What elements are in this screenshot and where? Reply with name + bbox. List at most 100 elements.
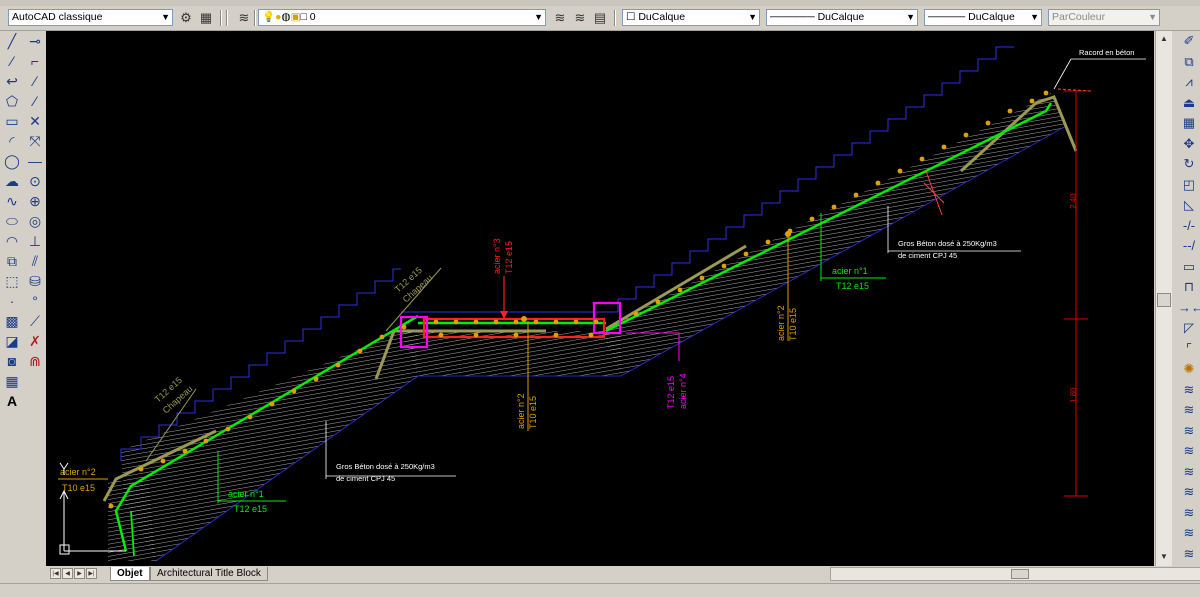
- lineweight-select[interactable]: ───── DuCalque ▼: [924, 9, 1042, 26]
- horizontal-scroll-thumb[interactable]: [1011, 569, 1029, 579]
- layer-match-icon[interactable]: ≋: [1178, 482, 1200, 503]
- toolbar-separator: [614, 10, 616, 26]
- workspace-settings-icon[interactable]: ⚙: [178, 10, 194, 26]
- next-tab-icon[interactable]: ▶: [74, 568, 85, 579]
- acier1-left-label: acier n°1: [228, 489, 264, 499]
- offset-icon[interactable]: ⏏: [1178, 93, 1200, 114]
- hatch-icon[interactable]: ▩: [1, 311, 23, 331]
- move-icon[interactable]: ⤧: [24, 131, 46, 151]
- break-icon[interactable]: ⊓: [1178, 277, 1200, 298]
- join-icon[interactable]: ⛁: [24, 271, 46, 291]
- stretch-icon[interactable]: ◺: [1178, 195, 1200, 216]
- scale-icon[interactable]: ⊙: [24, 171, 46, 191]
- layer-off-icon[interactable]: ≋: [1178, 400, 1200, 421]
- gros-beton-lower-line2: de ciment CPJ 45: [336, 474, 395, 483]
- layer-lock-icon[interactable]: ≋: [1178, 462, 1200, 483]
- ellipse-arc-icon[interactable]: ◠: [1, 231, 23, 251]
- spline-icon[interactable]: ∿: [1, 191, 23, 211]
- horizontal-scrollbar[interactable]: [830, 567, 1200, 581]
- mirror-icon[interactable]: ∕: [24, 71, 46, 91]
- layer-manager-icon[interactable]: ≋: [236, 10, 252, 26]
- erase-icon[interactable]: ⊸: [24, 31, 46, 51]
- save-workspace-icon[interactable]: ▦: [198, 10, 214, 26]
- xline-icon[interactable]: ⁄: [1, 51, 23, 71]
- scale-icon[interactable]: ◰: [1178, 175, 1200, 196]
- trim-icon[interactable]: ◎: [24, 211, 46, 231]
- copy-icon[interactable]: ⌐: [24, 51, 46, 71]
- dim-lower-text: 1.80: [1069, 387, 1078, 403]
- point-icon[interactable]: ·: [1, 291, 23, 311]
- linetype-select-value: DuCalque: [817, 11, 865, 23]
- fillet-icon[interactable]: ⟋: [24, 311, 46, 331]
- explode-icon[interactable]: ✺: [1178, 359, 1200, 380]
- prev-tab-icon[interactable]: ◀: [62, 568, 73, 579]
- move-icon[interactable]: ✥: [1178, 134, 1200, 155]
- drawing-canvas[interactable]: 2.40 1.80 Racord en béton Gros Béton dos…: [46, 31, 1154, 566]
- layer-merge-icon[interactable]: ≋: [1178, 523, 1200, 544]
- lower-slab-hatch: [121, 331, 418, 561]
- ellipse-icon[interactable]: ⬭: [1, 211, 23, 231]
- tab-model[interactable]: Objet: [110, 567, 150, 581]
- make-current-layer-icon[interactable]: ≋: [552, 10, 568, 26]
- layer-walk-icon[interactable]: ≋: [1178, 503, 1200, 524]
- vertical-scrollbar[interactable]: ▲ ▼: [1155, 31, 1172, 566]
- extend-icon[interactable]: ⊥: [24, 231, 46, 251]
- array-icon[interactable]: ✕: [24, 111, 46, 131]
- properties-icon[interactable]: ⋒: [24, 351, 46, 371]
- trim-icon[interactable]: -/-: [1178, 216, 1200, 237]
- mtext-icon[interactable]: A: [1, 391, 23, 411]
- join-icon[interactable]: →←: [1178, 298, 1200, 319]
- arc-icon[interactable]: ◜: [1, 131, 23, 151]
- chamfer-icon[interactable]: ◸: [1178, 318, 1200, 339]
- break-icon[interactable]: ⫽: [24, 251, 46, 271]
- plotstyle-select[interactable]: ParCouleur ▼: [1048, 9, 1160, 26]
- workspace-select[interactable]: AutoCAD classique ▼: [8, 9, 173, 26]
- rotate-icon[interactable]: —: [24, 151, 46, 171]
- vertical-scroll-thumb[interactable]: [1157, 293, 1171, 307]
- scroll-up-icon[interactable]: ▲: [1156, 31, 1172, 47]
- erase-icon[interactable]: ✐: [1178, 31, 1200, 52]
- layer-delete-icon[interactable]: ≋: [1178, 544, 1200, 565]
- layer-on-icon[interactable]: ≋: [1178, 380, 1200, 401]
- offset-icon[interactable]: ⁄: [24, 91, 46, 111]
- make-block-icon[interactable]: ⬚: [1, 271, 23, 291]
- layer-freeze-icon[interactable]: ≋: [1178, 441, 1200, 462]
- scroll-down-icon[interactable]: ▼: [1156, 549, 1172, 565]
- line-icon[interactable]: ╱: [1, 31, 23, 51]
- table-icon[interactable]: ▦: [1, 371, 23, 391]
- chevron-down-icon: ▼: [161, 12, 170, 22]
- rectangle-icon[interactable]: ▭: [1, 111, 23, 131]
- raccord-leader: [1053, 58, 1072, 90]
- rotate-icon[interactable]: ↻: [1178, 154, 1200, 175]
- layer-states-icon[interactable]: ▤: [592, 10, 608, 26]
- last-tab-icon[interactable]: ▶|: [86, 568, 97, 579]
- acier1-right-spec: T12 e15: [836, 281, 869, 291]
- chamfer-icon[interactable]: °: [24, 291, 46, 311]
- linetype-select[interactable]: ────── DuCalque ▼: [766, 9, 918, 26]
- color-select[interactable]: ☐ DuCalque ▼: [622, 9, 760, 26]
- layer-iso-icon[interactable]: ≋: [1178, 421, 1200, 442]
- draw-toolbar: ╱ ⁄ ↩ ⬠ ▭ ◜ ◯ ☁ ∿ ⬭ ◠ ⧉ ⬚ · ▩ ◪ ◙ ▦ A: [1, 31, 23, 411]
- circle-icon[interactable]: ◯: [1, 151, 23, 171]
- drawing-svg: 2.40 1.80 Racord en béton Gros Béton dos…: [58, 46, 1146, 562]
- top-toolbar: AutoCAD classique ▼ ⚙ ▦ ≋ 💡●◍▣□ 0 ▼ ≋ ≋ ▤…: [0, 6, 1200, 31]
- extend-icon[interactable]: --/: [1178, 236, 1200, 257]
- gradient-icon[interactable]: ◪: [1, 331, 23, 351]
- polygon-icon[interactable]: ⬠: [1, 91, 23, 111]
- gros-beton-upper-line2: de ciment CPJ 45: [898, 251, 957, 260]
- mirror-icon[interactable]: ⩘: [1178, 72, 1200, 93]
- polyline-icon[interactable]: ↩: [1, 71, 23, 91]
- first-tab-icon[interactable]: |◀: [50, 568, 61, 579]
- fillet-icon[interactable]: ⌜: [1178, 339, 1200, 360]
- explode-icon[interactable]: ✗: [24, 331, 46, 351]
- copy-icon[interactable]: ⧉: [1178, 52, 1200, 73]
- layer-select[interactable]: 💡●◍▣□ 0 ▼: [258, 9, 546, 26]
- revcloud-icon[interactable]: ☁: [1, 171, 23, 191]
- array-icon[interactable]: ▦: [1178, 113, 1200, 134]
- stretch-icon[interactable]: ⊕: [24, 191, 46, 211]
- region-icon[interactable]: ◙: [1, 351, 23, 371]
- break-point-icon[interactable]: ▭: [1178, 257, 1200, 278]
- layer-previous-icon[interactable]: ≋: [572, 10, 588, 26]
- insert-block-icon[interactable]: ⧉: [1, 251, 23, 271]
- tab-architectural-title-block[interactable]: Architectural Title Block: [150, 567, 268, 581]
